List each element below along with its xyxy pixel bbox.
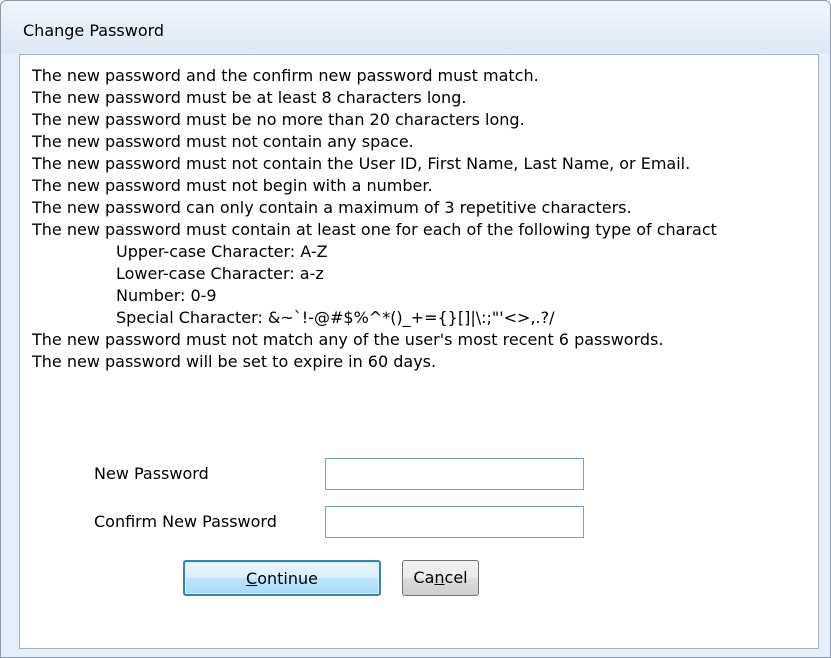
confirm-password-input[interactable] <box>325 506 584 538</box>
password-rule: The new password and the confirm new pas… <box>32 66 539 85</box>
dialog-content: The new password and the confirm new pas… <box>19 54 819 649</box>
title-bar[interactable]: Change Password <box>1 1 830 53</box>
cancel-label-start: Ca <box>413 568 435 587</box>
dialog-title: Change Password <box>23 21 165 40</box>
password-rules-list: The new password and the confirm new pas… <box>32 65 816 373</box>
password-rule: The new password must be no more than 20… <box>32 110 525 129</box>
password-rule: The new password must not match any of t… <box>32 330 664 349</box>
password-rule: The new password must contain at least o… <box>32 220 717 239</box>
password-rule-subitem: Lower-case Character: a-z <box>116 264 324 283</box>
password-rule-subitem: Upper-case Character: A-Z <box>116 242 328 261</box>
new-password-input[interactable] <box>325 458 584 490</box>
continue-accelerator-letter: C <box>246 569 258 588</box>
password-rule: The new password must be at least 8 char… <box>32 88 467 107</box>
cancel-label-rest: cel <box>444 568 468 587</box>
cancel-button[interactable]: Cancel <box>402 560 479 596</box>
confirm-password-label: Confirm New Password <box>94 512 277 531</box>
password-rule: The new password must not begin with a n… <box>32 176 433 195</box>
password-rule-subitem: Number: 0-9 <box>116 286 217 305</box>
change-password-dialog: Change Password The new password and the… <box>0 0 831 658</box>
password-rule: The new password must not contain the Us… <box>32 154 691 173</box>
cancel-accelerator-letter: n <box>434 568 445 587</box>
continue-label-rest: ontinue <box>257 569 318 588</box>
new-password-label: New Password <box>94 464 209 483</box>
password-rule-subitem: Special Character: &~`!-@#$%^*()_+={}[]|… <box>116 308 555 327</box>
password-rule: The new password can only contain a maxi… <box>32 198 632 217</box>
password-rule: The new password must not contain any sp… <box>32 132 414 151</box>
continue-button[interactable]: Continue <box>183 560 381 596</box>
password-rule: The new password will be set to expire i… <box>32 352 437 371</box>
